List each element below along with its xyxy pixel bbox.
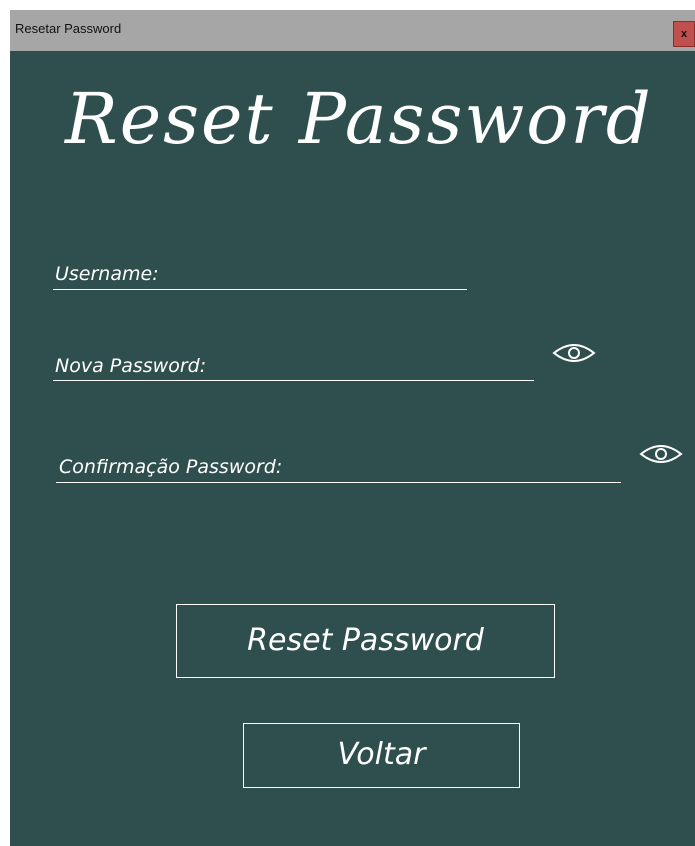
confirm-password-input[interactable] [340, 457, 615, 483]
back-button[interactable]: Voltar [243, 723, 520, 788]
page-title: Reset Password [65, 78, 653, 160]
confirm-password-label: Confirmação Password: [59, 456, 283, 478]
close-button[interactable]: x [673, 21, 695, 47]
reset-password-window: Resetar Password x Reset Password Userna… [10, 10, 695, 846]
new-password-underline [53, 380, 534, 381]
confirm-password-underline [56, 482, 621, 483]
eye-icon[interactable] [551, 340, 597, 366]
window-title: Resetar Password [15, 21, 122, 36]
title-bar: Resetar Password x [10, 10, 695, 51]
username-label: Username: [55, 263, 159, 285]
username-input[interactable] [170, 264, 460, 290]
eye-icon[interactable] [638, 441, 684, 467]
new-password-input[interactable] [250, 356, 530, 382]
new-password-label: Nova Password: [55, 355, 207, 377]
username-underline [53, 289, 467, 290]
reset-password-button[interactable]: Reset Password [176, 604, 555, 678]
